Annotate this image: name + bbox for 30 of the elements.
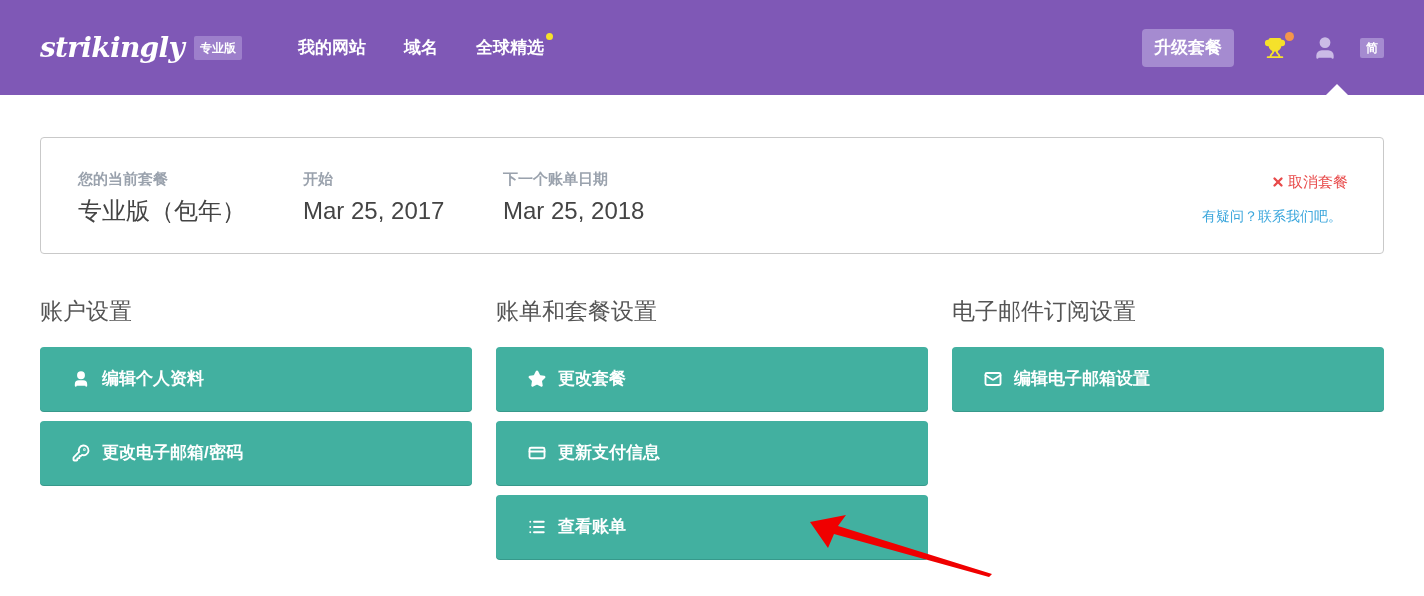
nav-link[interactable]: 全球精选 (475, 34, 544, 61)
nav-link[interactable]: 域名 (403, 34, 438, 61)
field-label: 您的当前套餐 (78, 169, 169, 189)
settings-button[interactable]: 更改电子邮箱/密码 (40, 420, 472, 485)
settings-button[interactable]: 更改套餐 (496, 346, 928, 411)
help-link[interactable]: 有疑问？联系我们吧。 (1202, 205, 1342, 227)
settings-button[interactable]: 编辑个人资料 (40, 346, 472, 411)
field-label: 下一个账单日期 (503, 169, 609, 189)
user-icon (72, 369, 90, 388)
field-label: 开始 (303, 169, 334, 189)
cancel-plan-link[interactable]: 取消套餐 (1271, 171, 1348, 194)
plan-badge: 专业版 (193, 35, 242, 60)
mail-icon (984, 369, 1002, 388)
star-icon (528, 369, 546, 388)
nav-link[interactable]: 我的网站 (297, 34, 366, 61)
field-value: Mar 25, 2018 (503, 195, 645, 226)
settings-button[interactable]: 更新支付信息 (496, 420, 928, 485)
menu-pointer (1326, 84, 1348, 95)
upgrade-button[interactable]: 升级套餐 (1142, 28, 1234, 67)
section-title: 账户设置 (40, 297, 133, 326)
trophy-icon[interactable] (1264, 36, 1286, 59)
field-value: Mar 25, 2017 (303, 195, 446, 226)
settings-button[interactable]: 查看账单 (496, 494, 928, 559)
settings-button[interactable]: 编辑电子邮箱设置 (952, 346, 1384, 411)
field-value: 专业版（包年） (78, 195, 247, 226)
close-icon (1271, 175, 1285, 190)
section-title: 账单和套餐设置 (496, 297, 658, 326)
key-icon (72, 443, 90, 462)
language-button[interactable]: 简 (1360, 37, 1384, 58)
section-title: 电子邮件订阅设置 (952, 297, 1137, 326)
